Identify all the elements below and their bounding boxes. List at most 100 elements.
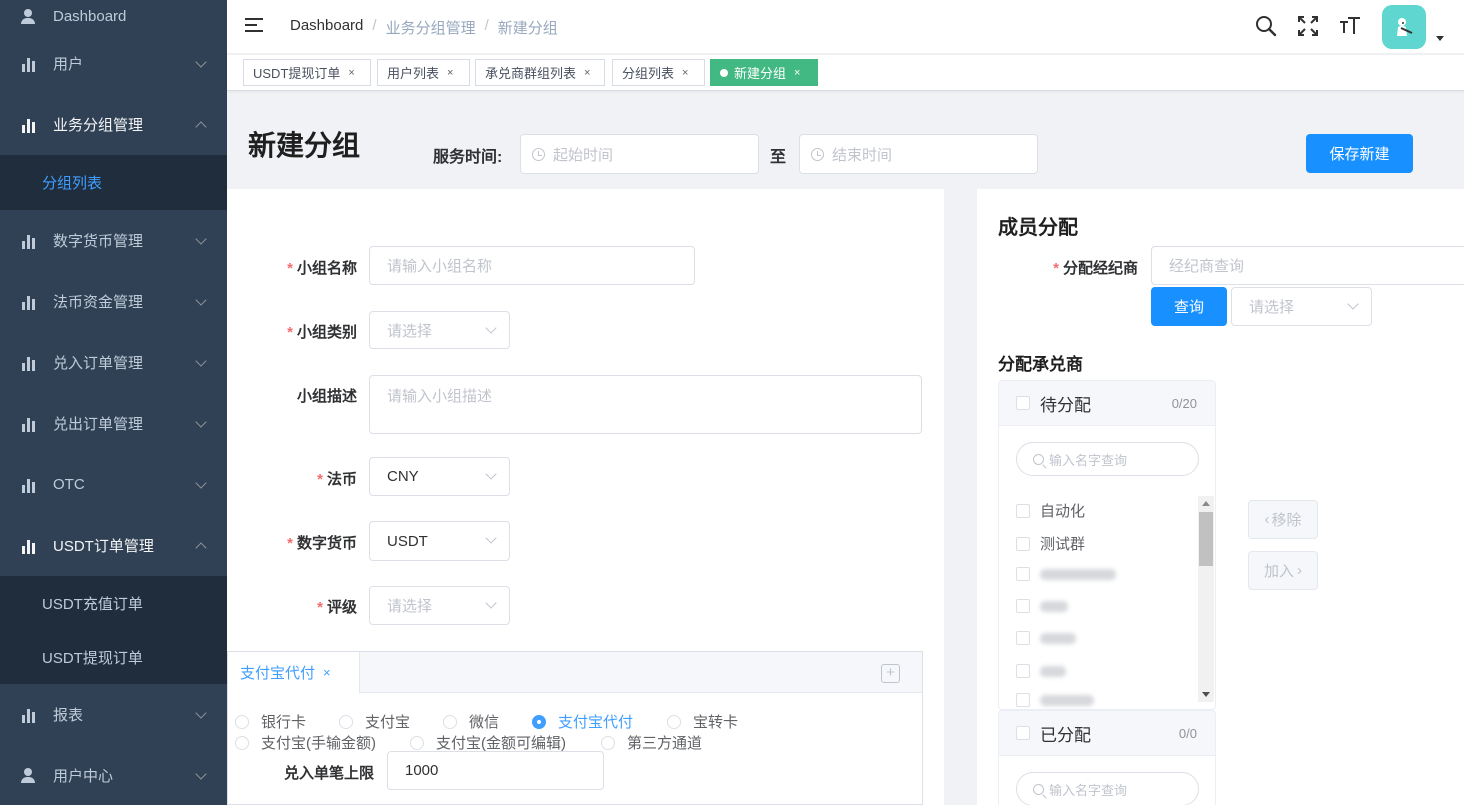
radio-alipay[interactable]: 支付宝 (339, 711, 410, 732)
sidebar-item-fiat[interactable]: 法币资金管理 (0, 271, 227, 332)
member-assignment-title: 成员分配 (998, 217, 1078, 239)
sidebar-item-withdraw-orders[interactable]: 兑出订单管理 (0, 393, 227, 454)
breadcrumb-item[interactable]: Dashboard (290, 17, 363, 38)
radio-wechat[interactable]: 微信 (443, 711, 499, 732)
scroll-down-icon[interactable] (1202, 692, 1210, 697)
chevron-down-icon (485, 597, 497, 609)
group-name-input[interactable]: 请输入小组名称 (369, 246, 695, 285)
radio-bank-card[interactable]: 银行卡 (235, 711, 306, 732)
radio-alipay-payout[interactable]: 支付宝代付 (532, 711, 633, 732)
active-dot-icon (720, 68, 728, 77)
close-icon[interactable]: × (323, 665, 331, 680)
font-size-icon[interactable] (1339, 15, 1361, 37)
chevron-down-icon (195, 415, 207, 428)
select-all-checkbox[interactable] (1016, 396, 1030, 410)
chevron-down-icon (195, 767, 207, 780)
scroll-thumb[interactable] (1199, 512, 1213, 566)
add-button[interactable]: 加入 › (1248, 551, 1318, 590)
group-desc-textarea[interactable]: 请输入小组描述 (369, 375, 922, 434)
radio-alipay-manual-amount[interactable]: 支付宝(手输金额) (235, 732, 376, 753)
list-item[interactable]: 测试群 (1016, 533, 1085, 554)
pending-scrollbar[interactable] (1198, 496, 1214, 702)
tag-label: USDT提现订单 (253, 66, 341, 81)
sidebar-item-label: 数字货币管理 (53, 233, 144, 250)
sidebar-item-reports[interactable]: 报表 (0, 684, 227, 745)
user-icon (20, 8, 36, 25)
tag-usdt-withdraw[interactable]: USDT提现订单 × (243, 59, 371, 86)
query-button[interactable]: 查询 (1151, 287, 1227, 326)
deposit-limit-input[interactable]: 1000 (387, 751, 604, 790)
sidebar-item-usdt-deposit[interactable]: USDT充值订单 (0, 576, 227, 630)
end-time-input[interactable]: 结束时间 (799, 134, 1038, 174)
list-item-redacted[interactable] (1016, 631, 1076, 645)
hamburger-icon[interactable] (245, 18, 263, 34)
list-item-redacted[interactable] (1016, 664, 1066, 678)
group-category-select[interactable]: 请选择 (369, 311, 510, 349)
add-tab-button[interactable]: + (881, 664, 900, 683)
radio-alipay-to-card[interactable]: 宝转卡 (667, 711, 738, 732)
list-item-redacted[interactable] (1016, 567, 1116, 581)
scroll-up-icon[interactable] (1202, 501, 1210, 506)
clock-icon (811, 147, 824, 161)
start-time-input[interactable]: 起始时间 (520, 134, 759, 174)
breadcrumb-item[interactable]: 业务分组管理 (386, 17, 476, 38)
tags-view: USDT提现订单 × 用户列表 × 承兑商群组列表 × 分组列表 × 新建分组 × (227, 55, 1464, 91)
search-icon[interactable] (1255, 15, 1277, 37)
sidebar-item-users[interactable]: 用户 (0, 33, 227, 94)
list-item-redacted[interactable] (1016, 693, 1094, 707)
chevron-down-icon (485, 322, 497, 334)
sidebar-item-usdt-withdraw[interactable]: USDT提现订单 (0, 630, 227, 684)
sidebar: Dashboard 用户 业务分组管理 分组列表 数字货币管理 法币资金管理 兑… (0, 0, 227, 805)
sidebar-item-crypto[interactable]: 数字货币管理 (0, 210, 227, 271)
sidebar-item-user-center[interactable]: 用户中心 (0, 745, 227, 805)
sidebar-item-label: OTC (53, 476, 85, 493)
tag-acceptor-group-list[interactable]: 承兑商群组列表 × (475, 59, 605, 86)
fullscreen-icon[interactable] (1297, 15, 1319, 37)
broker-select[interactable]: 请选择 (1231, 287, 1372, 326)
sidebar-item-label: 报表 (53, 707, 84, 724)
sidebar-item-label: 用户中心 (53, 768, 114, 785)
sidebar-item-label: 法币资金管理 (53, 294, 144, 311)
chevron-down-icon (1347, 298, 1359, 310)
rating-select[interactable]: 请选择 (369, 586, 510, 625)
radio-third-party[interactable]: 第三方通道 (601, 732, 702, 753)
sidebar-item-group-list[interactable]: 分组列表 (0, 155, 227, 210)
save-button[interactable]: 保存新建 (1306, 134, 1413, 173)
caret-down-icon[interactable] (1436, 36, 1444, 41)
pending-search-input[interactable]: 输入名字查询 (1016, 442, 1199, 476)
broker-search-input[interactable]: 经纪商查询 (1151, 246, 1464, 285)
list-item[interactable]: 自动化 (1016, 500, 1085, 521)
broker-label: * 分配经纪商 (1053, 260, 1138, 277)
close-icon[interactable]: × (794, 67, 800, 79)
close-icon[interactable]: × (584, 67, 590, 79)
assigned-search-input[interactable]: 输入名字查询 (1016, 772, 1199, 805)
fiat-label: * 法币 (317, 471, 357, 488)
list-item-redacted[interactable] (1016, 599, 1068, 613)
sidebar-item-dashboard[interactable]: Dashboard (0, 0, 227, 33)
sidebar-item-deposit-orders[interactable]: 兑入订单管理 (0, 332, 227, 393)
sidebar-item-otc[interactable]: OTC (0, 454, 227, 515)
tag-user-list[interactable]: 用户列表 × (377, 59, 470, 86)
sidebar-item-group-management[interactable]: 业务分组管理 (0, 94, 227, 155)
to-label: 至 (770, 149, 787, 166)
deposit-limit-label: 兑入单笔上限 (283, 765, 374, 782)
tag-group-list[interactable]: 分组列表 × (612, 59, 705, 86)
fiat-select[interactable]: CNY (369, 457, 510, 496)
close-icon[interactable]: × (682, 67, 688, 79)
sidebar-item-usdt-orders[interactable]: USDT订单管理 (0, 515, 227, 576)
avatar[interactable] (1382, 5, 1426, 49)
user-icon (20, 767, 36, 784)
crypto-select[interactable]: USDT (369, 521, 510, 561)
transfer-pending-panel: 待分配 0/20 输入名字查询 自动化 测试群 (998, 380, 1216, 710)
radio-alipay-editable-amount[interactable]: 支付宝(金额可编辑) (410, 732, 566, 753)
close-icon[interactable]: × (447, 67, 453, 79)
select-all-checkbox[interactable] (1016, 726, 1030, 740)
remove-button[interactable]: ‹ 移除 (1248, 500, 1318, 539)
chevron-up-icon (195, 120, 207, 133)
close-icon[interactable]: × (348, 67, 354, 79)
tab-alipay-payout[interactable]: 支付宝代付 × (228, 652, 360, 693)
chevron-down-icon (195, 232, 207, 245)
crypto-label: * 数字货币 (287, 535, 357, 552)
chevron-down-icon (195, 55, 207, 68)
tag-new-group[interactable]: 新建分组 × (710, 59, 818, 86)
